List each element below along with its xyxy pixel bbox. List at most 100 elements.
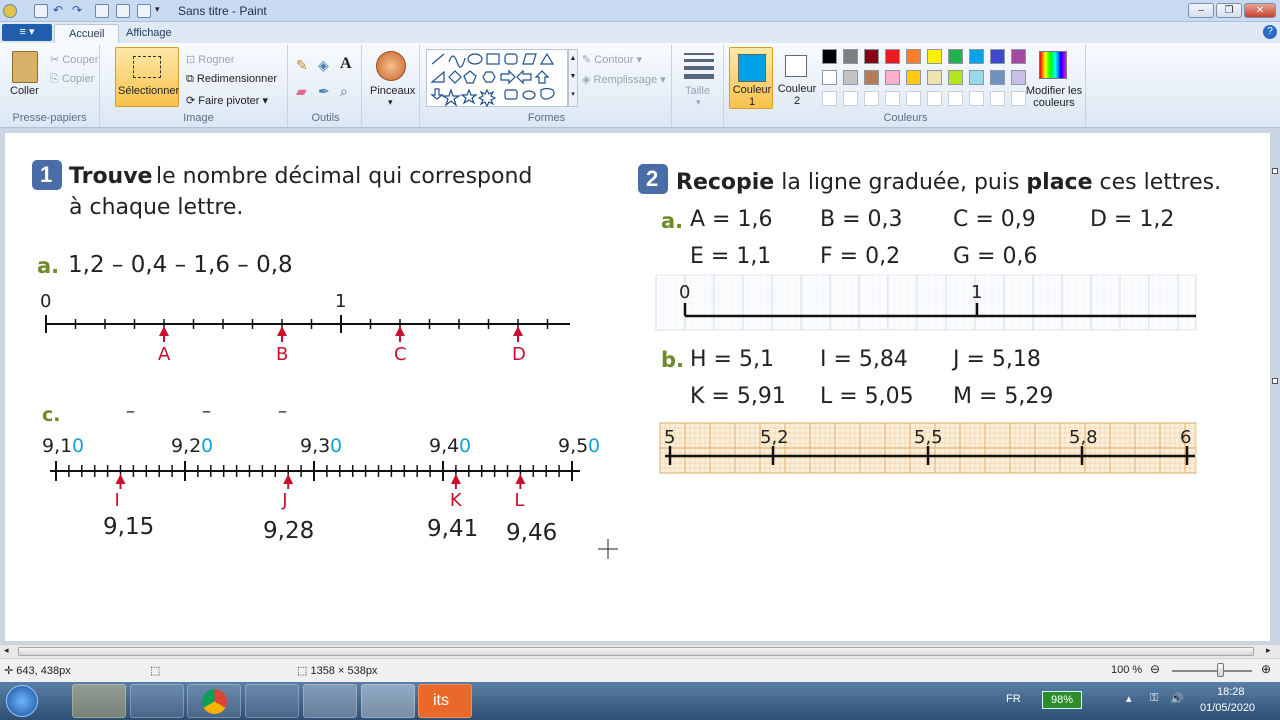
chrome-icon[interactable] [187,684,241,718]
undo-icon[interactable]: ↶ [53,4,67,18]
palette-swatch[interactable] [927,70,942,85]
save-icon[interactable] [34,4,48,18]
exercise1-title-bold: Trouve [69,164,153,189]
snipping-tool-icon[interactable] [130,684,184,718]
canvas-area[interactable]: 1 Trouve le nombre décimal qui correspon… [0,128,1280,644]
redo-icon[interactable]: ↷ [72,4,86,18]
color2-button[interactable]: Couleur 2 [775,47,819,109]
paint-app-icon[interactable] [3,4,17,18]
magnifier-icon[interactable]: ⌕ [340,83,348,100]
paste-icon[interactable] [12,51,38,83]
zoom-slider[interactable] [1172,670,1252,672]
tab-view[interactable]: Affichage [112,24,186,43]
horizontal-scrollbar[interactable]: ◂ ▸ [0,644,1280,658]
edit-colors-button[interactable]: Modifier les couleurs [1022,85,1086,109]
axis-c-tick-suffix: 0 [330,435,343,457]
palette-swatch[interactable] [1011,49,1026,64]
rotate-button[interactable]: ⟳ Faire pivoter ▾ [186,94,268,107]
shapes-gallery[interactable] [426,49,568,108]
close-button[interactable]: ✕ [1244,3,1276,18]
palette-swatch[interactable] [906,49,921,64]
palette-swatch[interactable] [843,91,858,106]
text-tool-icon[interactable]: A [340,55,352,73]
palette-swatch[interactable] [822,91,837,106]
palette-swatch[interactable] [906,91,921,106]
palette-swatch[interactable] [927,91,942,106]
drawing-canvas[interactable]: 1 Trouve le nombre décimal qui correspon… [5,133,1270,641]
scroll-left-icon[interactable]: ◂ [4,645,9,656]
palette-swatch[interactable] [843,70,858,85]
size-group[interactable]: Taille ▾ [674,45,724,126]
edit-colors-icon[interactable] [1039,51,1067,79]
customize-toolbar-icon[interactable]: ▾ [155,4,169,18]
palette-swatch[interactable] [948,70,963,85]
fill-bucket-icon[interactable]: ◈ [318,57,329,74]
palette-swatch[interactable] [864,70,879,85]
palette-swatch[interactable] [969,70,984,85]
app-icon[interactable] [245,684,299,718]
shapes-scroll[interactable]: ▲ ▼ ▾ [568,49,578,107]
color1-button[interactable]: Couleur 1 [729,47,773,109]
explorer-icon[interactable] [72,684,126,718]
color-picker-icon[interactable]: ✒ [318,83,330,100]
start-button[interactable] [6,685,38,717]
palette-swatch[interactable] [822,49,837,64]
fill-button[interactable]: ◈ Remplissage ▾ [582,73,666,86]
palette-swatch[interactable] [990,70,1005,85]
network-icon[interactable]: ⚿ [1150,692,1158,705]
palette-swatch[interactable] [990,91,1005,106]
minimize-button[interactable]: – [1188,3,1214,18]
palette-swatch[interactable] [969,49,984,64]
palette-swatch[interactable] [885,91,900,106]
resize-handle[interactable] [1272,378,1278,384]
tab-home[interactable]: Accueil [54,24,120,43]
palette-swatch[interactable] [864,49,879,64]
palette-swatch[interactable] [1011,70,1026,85]
scrollbar-thumb[interactable] [18,647,1254,656]
file-menu-button[interactable]: ≡ ▾ [2,24,52,41]
number-line-a [45,315,570,342]
clock-time[interactable]: 18:28 [1217,686,1245,698]
pencil-icon[interactable]: ✎ [296,57,308,74]
palette-swatch[interactable] [969,91,984,106]
copy-button[interactable]: ⎘ Copier [50,73,94,86]
outline-button[interactable]: ✎ Contour ▾ [582,53,642,66]
volume-icon[interactable]: 🔊 [1170,692,1184,705]
clock-date[interactable]: 01/05/2020 [1200,702,1255,714]
select-button[interactable]: Sélectionner [115,47,179,107]
handwritten-answer: 9,28 [263,518,315,544]
language-indicator[interactable]: FR [1006,693,1021,705]
battery-indicator[interactable]: 98% [1042,691,1082,709]
new-file-icon[interactable] [137,4,151,18]
cut-button[interactable]: ✂ Couper [50,53,98,66]
zoom-in-icon[interactable]: ⊕ [1261,662,1271,676]
palette-swatch[interactable] [906,70,921,85]
palette-swatch[interactable] [927,49,942,64]
zoom-slider-thumb[interactable] [1217,663,1224,677]
zoom-out-icon[interactable]: ⊖ [1150,662,1160,676]
resize-handle[interactable] [1272,168,1278,174]
palette-swatch[interactable] [885,70,900,85]
palette-swatch[interactable] [990,49,1005,64]
fill-label: Remplissage [593,74,658,86]
maximize-button[interactable]: ❐ [1216,3,1242,18]
paint-icon[interactable] [361,684,415,718]
help-icon[interactable]: ? [1263,25,1277,39]
palette-swatch[interactable] [948,49,963,64]
show-hidden-icons-icon[interactable]: ▴ [1126,692,1132,705]
scroll-right-icon[interactable]: ▸ [1266,645,1271,656]
palette-swatch[interactable] [843,49,858,64]
recorder-icon[interactable] [303,684,357,718]
palette-swatch[interactable] [822,70,837,85]
its-app-icon[interactable]: its [418,684,472,718]
properties-icon[interactable] [95,4,109,18]
crop-button[interactable]: ⊡ Rogner [186,53,234,66]
brushes-group[interactable]: Pinceaux ▾ [364,45,420,126]
palette-swatch[interactable] [864,91,879,106]
print-preview-icon[interactable] [116,4,130,18]
paste-button[interactable]: Coller [10,85,39,97]
palette-swatch[interactable] [885,49,900,64]
resize-button[interactable]: ⧉ Redimensionner [186,73,277,86]
eraser-icon[interactable]: ▰ [296,83,307,100]
palette-swatch[interactable] [948,91,963,106]
